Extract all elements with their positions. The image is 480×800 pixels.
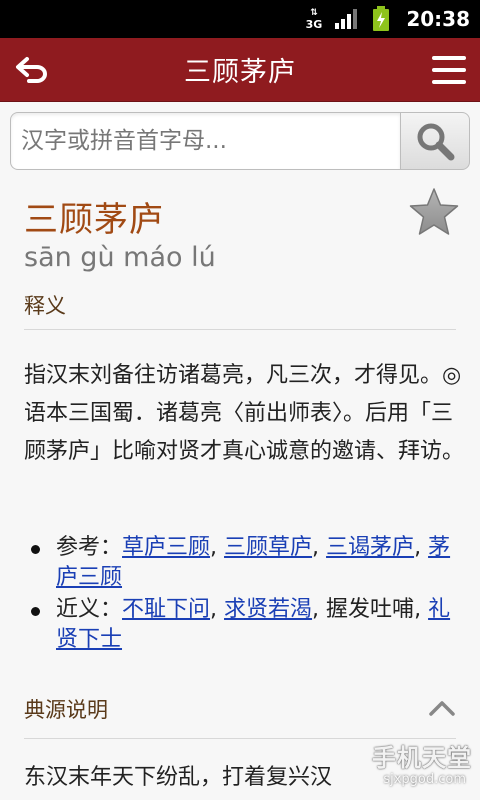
reference-link[interactable]: 三顾草庐 (224, 535, 312, 560)
menu-button[interactable] (430, 52, 468, 88)
watermark: 手机天堂 sjxpgod.com (316, 738, 476, 796)
network-indicator: ⇅ 3G (305, 8, 323, 31)
entry-word: 三顾茅庐 (24, 200, 164, 240)
battery-icon (373, 6, 390, 31)
synonym-link[interactable]: 不耻下问 (122, 597, 210, 622)
reference-list: 参考：草庐三顾, 三顾草庐, 三谒茅庐, 茅庐三顾 近义：不耻下问, 求贤若渴,… (31, 533, 456, 657)
menu-icon (432, 56, 466, 60)
reference-label: 参考： (56, 535, 123, 560)
list-item-synonym: 近义：不耻下问, 求贤若渴, 握发吐哺, 礼贤下士 (31, 595, 456, 655)
definition-label: 释义 (24, 294, 66, 318)
signal-icon (335, 9, 358, 29)
page-title: 三顾茅庐 (184, 57, 296, 88)
definition-text: 指汉末刘备往访诸葛亮，凡三次，才得见。◎语本三国蜀．诸葛亮〈前出师表〉。后用「三… (24, 363, 465, 464)
search-input[interactable] (10, 112, 400, 170)
synonym-link[interactable]: 求贤若渴 (224, 597, 312, 622)
reference-link[interactable]: 草庐三顾 (122, 535, 210, 560)
search-bar (10, 112, 470, 170)
synonym-label: 近义： (56, 597, 123, 622)
reference-link[interactable]: 三谒茅庐 (326, 535, 414, 560)
back-button[interactable] (12, 52, 52, 88)
chevron-up-icon[interactable] (428, 698, 456, 718)
favorite-star-icon[interactable] (407, 186, 461, 240)
search-button[interactable] (400, 112, 470, 170)
divider (24, 329, 456, 330)
clock: 20:38 (406, 7, 470, 31)
status-bar: ⇅ 3G 20:38 (0, 0, 480, 38)
entry-pinyin: sān gù máo lú (24, 242, 216, 273)
list-item-reference: 参考：草庐三顾, 三顾草庐, 三谒茅庐, 茅庐三顾 (31, 533, 456, 593)
back-arrow-icon (16, 57, 47, 83)
origin-label[interactable]: 典源说明 (24, 694, 108, 724)
watermark-url: sjxpgod.com (383, 772, 466, 787)
app-header: 三顾茅庐 (0, 38, 480, 102)
synonym-plain: 握发吐哺 (326, 597, 415, 622)
search-icon (417, 123, 455, 161)
watermark-title: 手机天堂 (372, 744, 472, 772)
